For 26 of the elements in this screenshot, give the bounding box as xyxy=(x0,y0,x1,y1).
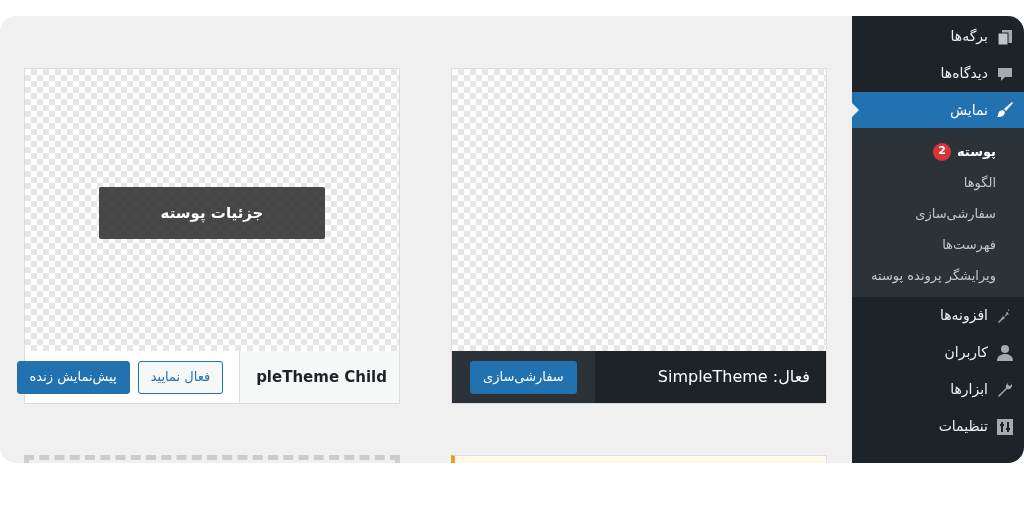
primary-button[interactable]: پیش‌نمایش زنده xyxy=(16,360,130,394)
sidebar-menu-item[interactable]: ابزارها xyxy=(852,371,1024,408)
submenu-item[interactable]: الگوها xyxy=(852,167,1024,198)
secondary-button[interactable]: فعال نمایید xyxy=(137,360,224,394)
user-icon xyxy=(996,343,1014,362)
current-pointer-icon xyxy=(852,103,859,117)
theme-card[interactable]: فعال: SimpleTheme سفارشی‌سازی xyxy=(451,68,827,404)
theme-name: فعال: SimpleTheme xyxy=(656,366,811,388)
submenu-item[interactable]: سفارشی‌سازی xyxy=(852,198,1024,229)
sidebar-menu-item[interactable]: برگه‌ها xyxy=(852,18,1024,55)
sliders-icon xyxy=(996,417,1014,436)
submenu-item[interactable]: پوسته xyxy=(957,141,996,162)
theme-details-button[interactable]: جزئیات پوسته xyxy=(99,187,325,239)
submenu-item[interactable]: فهرست‌ها xyxy=(852,229,1024,260)
submenu-item[interactable]: ویرایشگر پرونده پوسته xyxy=(852,260,1024,291)
sidebar-menu-item[interactable]: افزونه‌ها xyxy=(852,297,1024,334)
primary-button[interactable]: سفارشی‌سازی xyxy=(470,360,577,394)
theme-name: pleTheme Child xyxy=(239,351,399,403)
sidebar-menu-item[interactable]: نمایش xyxy=(852,92,1024,128)
sidebar-menu-item[interactable]: دیدگاه‌ها xyxy=(852,55,1024,92)
sidebar-menu-item[interactable]: تنظیمات xyxy=(852,408,1024,445)
pages-icon xyxy=(996,27,1014,46)
wrench-icon xyxy=(996,380,1014,399)
count-badge: 2 xyxy=(933,142,951,161)
sidebar-menu-item[interactable]: کاربران xyxy=(852,334,1024,371)
brush-icon xyxy=(996,101,1014,119)
